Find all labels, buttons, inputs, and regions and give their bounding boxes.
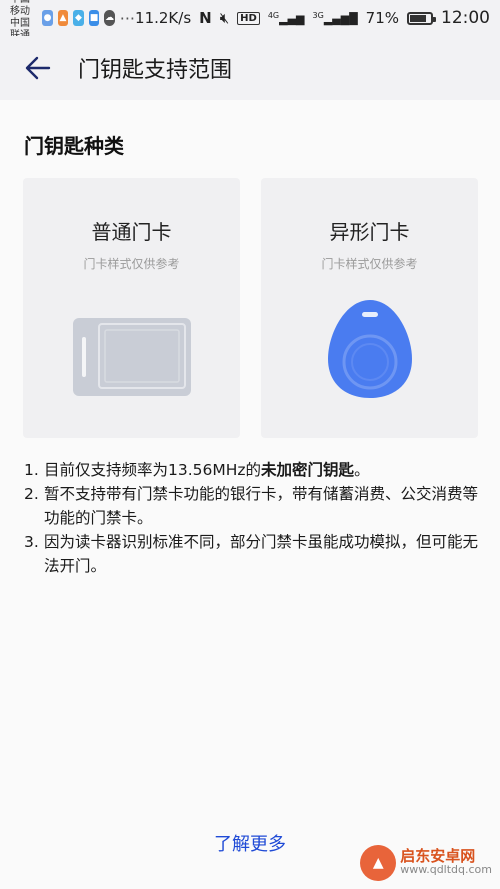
app-notification-icon: ▲	[57, 10, 69, 26]
note-item: 1. 目前仅支持频率为13.56MHz的未加密门钥匙。	[24, 458, 484, 482]
note-emphasis: 未加密门钥匙	[261, 461, 355, 479]
card-title: 异形门卡	[329, 220, 410, 244]
note-number: 2.	[24, 485, 39, 503]
watermark: ▲ 启东安卓网 www.qdltdq.com	[360, 845, 492, 881]
baidu-icon: ●	[42, 10, 53, 26]
note-text: 因为读卡器识别标准不同，部分门禁卡虽能成功模拟，但可能无法开门。	[44, 533, 479, 575]
signal-icon-2: 3G▂▄▆█	[312, 10, 358, 26]
carrier-1: 中国移动	[10, 0, 30, 17]
note-number: 3.	[24, 533, 39, 551]
cloud-icon: ☁	[104, 10, 115, 26]
back-button[interactable]	[10, 40, 66, 96]
nfc-icon: N	[199, 9, 212, 27]
watermark-logo: ▲	[360, 845, 397, 881]
key-fob-illustration	[327, 300, 412, 398]
battery-percent: 71%	[365, 9, 399, 27]
network-type-2: 3G	[312, 10, 324, 20]
page-title: 门钥匙支持范围	[78, 58, 233, 83]
notes-list: 1. 目前仅支持频率为13.56MHz的未加密门钥匙。 2. 暂不支持带有门禁卡…	[24, 458, 484, 578]
note-item: 3. 因为读卡器识别标准不同，部分门禁卡虽能成功模拟，但可能无法开门。	[24, 530, 484, 578]
note-text: 暂不支持带有门禁卡功能的银行卡，带有储蓄消费、公交消费等功能的门禁卡。	[44, 485, 479, 527]
battery-icon	[407, 11, 436, 25]
hd-icon: HD	[237, 11, 260, 25]
watermark-text: 启东安卓网 www.qdltdq.com	[400, 847, 492, 877]
card-note: 门卡样式仅供参考	[321, 257, 418, 271]
main-content: 门钥匙种类 普通门卡 门卡样式仅供参考 异形门卡 门卡样式仅供参考 1. 目前仅…	[0, 100, 500, 889]
card-title: 普通门卡	[91, 220, 172, 244]
app-header: 门钥匙支持范围	[0, 36, 500, 100]
section-title: 门钥匙种类	[24, 134, 124, 158]
network-speed: 11.2K/s	[135, 9, 192, 27]
card-normal: 普通门卡 门卡样式仅供参考	[23, 178, 240, 438]
mute-icon: 🔇︎	[219, 9, 230, 27]
card-special: 异形门卡 门卡样式仅供参考	[261, 178, 478, 438]
note-text: 目前仅支持频率为13.56MHz的未加密门钥匙。	[44, 461, 370, 479]
message-app-icon: ■	[88, 10, 100, 26]
network-type-1: 4G	[267, 10, 280, 20]
signal-icon: 4G▂▄▆	[267, 10, 305, 26]
note-number: 1.	[24, 461, 39, 479]
clock: 12:00	[441, 8, 490, 28]
arrow-left-icon	[25, 56, 51, 80]
status-bar: 中国移动 中国联通 ● ▲ ◆ ■ ☁ ··· 11.2K/s N 🔇︎ HD …	[0, 0, 500, 41]
more-icon: ···	[119, 8, 136, 28]
note-item: 2. 暂不支持带有门禁卡功能的银行卡，带有储蓄消费、公交消费等功能的门禁卡。	[24, 482, 484, 530]
wifi-app-icon: ◆	[73, 10, 84, 26]
access-card-illustration	[72, 318, 191, 396]
card-note: 门卡样式仅供参考	[83, 257, 180, 271]
